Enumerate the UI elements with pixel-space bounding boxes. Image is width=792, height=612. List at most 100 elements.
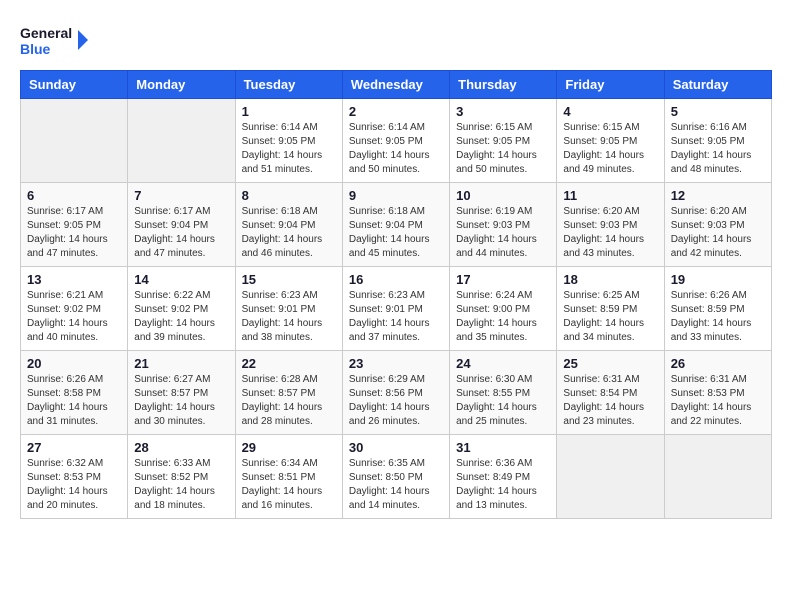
cell-content: Sunrise: 6:17 AMSunset: 9:05 PMDaylight:… [27, 205, 121, 261]
calendar-week-row: 13Sunrise: 6:21 AMSunset: 9:02 PMDayligh… [21, 267, 772, 351]
cell-content: Sunrise: 6:14 AMSunset: 9:05 PMDaylight:… [349, 121, 443, 177]
cell-content: Sunrise: 6:36 AMSunset: 8:49 PMDaylight:… [456, 457, 550, 513]
calendar-cell: 31 Sunrise: 6:36 AMSunset: 8:49 PMDayligh… [450, 435, 557, 519]
calendar-week-row: 20Sunrise: 6:26 AMSunset: 8:58 PMDayligh… [21, 351, 772, 435]
day-number: 12 [671, 188, 765, 203]
weekday-header-monday: Monday [128, 71, 235, 99]
day-number: 11 [563, 188, 657, 203]
cell-content: Sunrise: 6:33 AMSunset: 8:52 PMDaylight:… [134, 457, 228, 513]
day-number: 6 [27, 188, 121, 203]
cell-content: Sunrise: 6:34 AMSunset: 8:51 PMDaylight:… [242, 457, 336, 513]
cell-content: Sunrise: 6:19 AMSunset: 9:03 PMDaylight:… [456, 205, 550, 261]
day-number: 27 [27, 440, 121, 455]
calendar-cell: 22 Sunrise: 6:28 AMSunset: 8:57 PMDayligh… [235, 351, 342, 435]
cell-content: Sunrise: 6:35 AMSunset: 8:50 PMDaylight:… [349, 457, 443, 513]
calendar-cell: 23 Sunrise: 6:29 AMSunset: 8:56 PMDayligh… [342, 351, 449, 435]
day-number: 26 [671, 356, 765, 371]
cell-content: Sunrise: 6:29 AMSunset: 8:56 PMDaylight:… [349, 373, 443, 429]
calendar-cell: 11Sunrise: 6:20 AMSunset: 9:03 PMDayligh… [557, 183, 664, 267]
calendar-cell: 26 Sunrise: 6:31 AMSunset: 8:53 PMDayligh… [664, 351, 771, 435]
cell-content: Sunrise: 6:22 AMSunset: 9:02 PMDaylight:… [134, 289, 228, 345]
cell-content: Sunrise: 6:25 AMSunset: 8:59 PMDaylight:… [563, 289, 657, 345]
calendar-cell: 3 Sunrise: 6:15 AMSunset: 9:05 PMDaylight… [450, 99, 557, 183]
day-number: 5 [671, 104, 765, 119]
day-number: 8 [242, 188, 336, 203]
calendar-cell: 25 Sunrise: 6:31 AMSunset: 8:54 PMDayligh… [557, 351, 664, 435]
weekday-header-tuesday: Tuesday [235, 71, 342, 99]
weekday-header-sunday: Sunday [21, 71, 128, 99]
weekday-header-saturday: Saturday [664, 71, 771, 99]
calendar-cell: 17Sunrise: 6:24 AMSunset: 9:00 PMDayligh… [450, 267, 557, 351]
day-number: 16 [349, 272, 443, 287]
day-number: 15 [242, 272, 336, 287]
calendar-cell [21, 99, 128, 183]
day-number: 20 [27, 356, 121, 371]
day-number: 29 [242, 440, 336, 455]
cell-content: Sunrise: 6:20 AMSunset: 9:03 PMDaylight:… [671, 205, 765, 261]
day-number: 24 [456, 356, 550, 371]
cell-content: Sunrise: 6:23 AMSunset: 9:01 PMDaylight:… [242, 289, 336, 345]
cell-content: Sunrise: 6:28 AMSunset: 8:57 PMDaylight:… [242, 373, 336, 429]
calendar-cell: 29 Sunrise: 6:34 AMSunset: 8:51 PMDayligh… [235, 435, 342, 519]
calendar-body: 1 Sunrise: 6:14 AMSunset: 9:05 PMDaylight… [21, 99, 772, 519]
calendar-header: SundayMondayTuesdayWednesdayThursdayFrid… [21, 71, 772, 99]
calendar-cell: 16 Sunrise: 6:23 AMSunset: 9:01 PMDayligh… [342, 267, 449, 351]
cell-content: Sunrise: 6:18 AMSunset: 9:04 PMDaylight:… [242, 205, 336, 261]
day-number: 17 [456, 272, 550, 287]
cell-content: Sunrise: 6:32 AMSunset: 8:53 PMDaylight:… [27, 457, 121, 513]
svg-text:General: General [20, 25, 72, 41]
calendar-cell: 21Sunrise: 6:27 AMSunset: 8:57 PMDayligh… [128, 351, 235, 435]
cell-content: Sunrise: 6:18 AMSunset: 9:04 PMDaylight:… [349, 205, 443, 261]
day-number: 7 [134, 188, 228, 203]
cell-content: Sunrise: 6:15 AMSunset: 9:05 PMDaylight:… [456, 121, 550, 177]
day-number: 25 [563, 356, 657, 371]
calendar-cell: 10Sunrise: 6:19 AMSunset: 9:03 PMDayligh… [450, 183, 557, 267]
calendar-cell: 1 Sunrise: 6:14 AMSunset: 9:05 PMDaylight… [235, 99, 342, 183]
cell-content: Sunrise: 6:31 AMSunset: 8:54 PMDaylight:… [563, 373, 657, 429]
calendar-cell [128, 99, 235, 183]
cell-content: Sunrise: 6:30 AMSunset: 8:55 PMDaylight:… [456, 373, 550, 429]
calendar-week-row: 27 Sunrise: 6:32 AMSunset: 8:53 PMDayligh… [21, 435, 772, 519]
day-number: 3 [456, 104, 550, 119]
calendar-cell: 12 Sunrise: 6:20 AMSunset: 9:03 PMDayligh… [664, 183, 771, 267]
cell-content: Sunrise: 6:14 AMSunset: 9:05 PMDaylight:… [242, 121, 336, 177]
day-number: 22 [242, 356, 336, 371]
weekday-header-thursday: Thursday [450, 71, 557, 99]
calendar-cell: 5 Sunrise: 6:16 AMSunset: 9:05 PMDaylight… [664, 99, 771, 183]
calendar-cell: 24 Sunrise: 6:30 AMSunset: 8:55 PMDayligh… [450, 351, 557, 435]
calendar-cell: 19 Sunrise: 6:26 AMSunset: 8:59 PMDayligh… [664, 267, 771, 351]
cell-content: Sunrise: 6:31 AMSunset: 8:53 PMDaylight:… [671, 373, 765, 429]
day-number: 18 [563, 272, 657, 287]
cell-content: Sunrise: 6:16 AMSunset: 9:05 PMDaylight:… [671, 121, 765, 177]
calendar-cell [557, 435, 664, 519]
cell-content: Sunrise: 6:23 AMSunset: 9:01 PMDaylight:… [349, 289, 443, 345]
cell-content: Sunrise: 6:21 AMSunset: 9:02 PMDaylight:… [27, 289, 121, 345]
calendar-cell: 27 Sunrise: 6:32 AMSunset: 8:53 PMDayligh… [21, 435, 128, 519]
calendar-cell: 28 Sunrise: 6:33 AMSunset: 8:52 PMDayligh… [128, 435, 235, 519]
weekday-header-friday: Friday [557, 71, 664, 99]
day-number: 1 [242, 104, 336, 119]
cell-content: Sunrise: 6:17 AMSunset: 9:04 PMDaylight:… [134, 205, 228, 261]
calendar-cell: 4 Sunrise: 6:15 AMSunset: 9:05 PMDaylight… [557, 99, 664, 183]
day-number: 14 [134, 272, 228, 287]
day-number: 19 [671, 272, 765, 287]
calendar-cell [664, 435, 771, 519]
cell-content: Sunrise: 6:15 AMSunset: 9:05 PMDaylight:… [563, 121, 657, 177]
calendar-week-row: 6 Sunrise: 6:17 AMSunset: 9:05 PMDaylight… [21, 183, 772, 267]
day-number: 28 [134, 440, 228, 455]
weekday-header-row: SundayMondayTuesdayWednesdayThursdayFrid… [21, 71, 772, 99]
calendar-table: SundayMondayTuesdayWednesdayThursdayFrid… [20, 70, 772, 519]
day-number: 23 [349, 356, 443, 371]
day-number: 30 [349, 440, 443, 455]
day-number: 4 [563, 104, 657, 119]
cell-content: Sunrise: 6:26 AMSunset: 8:59 PMDaylight:… [671, 289, 765, 345]
day-number: 2 [349, 104, 443, 119]
calendar-cell: 18 Sunrise: 6:25 AMSunset: 8:59 PMDayligh… [557, 267, 664, 351]
calendar-cell: 7 Sunrise: 6:17 AMSunset: 9:04 PMDaylight… [128, 183, 235, 267]
cell-content: Sunrise: 6:27 AMSunset: 8:57 PMDaylight:… [134, 373, 228, 429]
day-number: 31 [456, 440, 550, 455]
calendar-cell: 13Sunrise: 6:21 AMSunset: 9:02 PMDayligh… [21, 267, 128, 351]
calendar-cell: 2 Sunrise: 6:14 AMSunset: 9:05 PMDaylight… [342, 99, 449, 183]
calendar-cell: 20Sunrise: 6:26 AMSunset: 8:58 PMDayligh… [21, 351, 128, 435]
logo: General Blue [20, 20, 90, 60]
